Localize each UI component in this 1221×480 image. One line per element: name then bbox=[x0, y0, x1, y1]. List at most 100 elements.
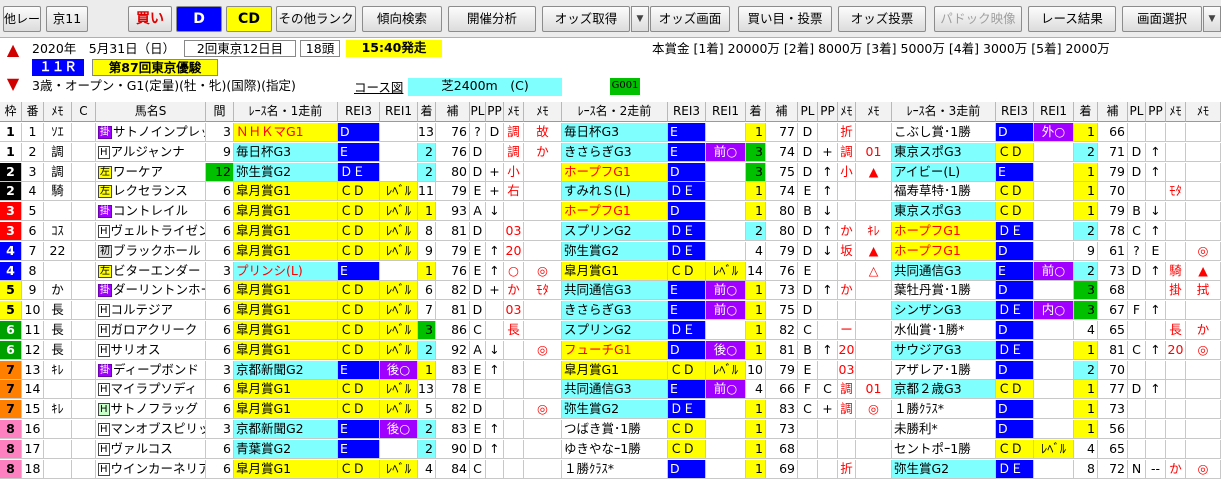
header-horse-name[interactable]: 馬名S bbox=[96, 102, 206, 122]
odds-screen-button[interactable]: オッズ画面 bbox=[650, 6, 730, 32]
race-name-cell[interactable]: すみれＳ(L) bbox=[562, 182, 668, 202]
header-race1-memo1[interactable]: ﾒﾓ bbox=[504, 102, 524, 122]
race-name-cell[interactable]: シンザンG3 bbox=[892, 301, 996, 321]
race-name-cell[interactable]: こぶし賞･1勝 bbox=[892, 123, 996, 142]
header-interval[interactable]: 間 bbox=[206, 102, 234, 122]
race-name-cell[interactable]: １勝ｸﾗｽ* bbox=[562, 459, 668, 479]
race-name-cell[interactable]: ゆきやなｰ1勝 bbox=[562, 439, 668, 459]
header-race3-memo2[interactable]: ﾒﾓ bbox=[1186, 102, 1221, 122]
horse-name-cell[interactable]: Hヴェルトライゼンデ bbox=[96, 222, 206, 241]
header-race1-rank[interactable]: 着 bbox=[418, 102, 436, 122]
odds-fetch-button[interactable]: オッズ取得 bbox=[542, 6, 630, 32]
header-race2-memo2[interactable]: ﾒﾓ bbox=[856, 102, 892, 122]
race-name-cell[interactable]: 弥生賞G2 bbox=[562, 400, 668, 420]
race-name-cell[interactable]: 弥生賞G2 bbox=[892, 459, 996, 479]
race-name-cell[interactable]: 毎日杯G3 bbox=[234, 142, 338, 162]
course-map-link[interactable]: コース図 bbox=[354, 80, 403, 95]
header-umaban[interactable]: 番 bbox=[22, 102, 44, 122]
race-name-cell[interactable]: プリンシ(L) bbox=[234, 261, 338, 281]
race-name-cell[interactable]: 皐月賞G1 bbox=[234, 380, 338, 400]
header-race1-pl[interactable]: PL bbox=[470, 102, 486, 122]
race-name-cell[interactable]: ホープフG1 bbox=[562, 202, 668, 222]
header-race2-memo1[interactable]: ﾒﾓ bbox=[838, 102, 856, 122]
race-name-cell[interactable]: スプリンG2 bbox=[562, 321, 668, 340]
header-c[interactable]: C bbox=[72, 102, 96, 122]
header-race3-rei3[interactable]: REI3 bbox=[996, 102, 1034, 122]
arrow-down-icon[interactable]: ▼ bbox=[5, 74, 21, 94]
race-name-cell[interactable]: 福寿草特･1勝 bbox=[892, 182, 996, 202]
header-race3-rank[interactable]: 着 bbox=[1074, 102, 1098, 122]
race-name-cell[interactable]: フューチG1 bbox=[562, 340, 668, 360]
race-name-cell[interactable]: 皐月賞G1 bbox=[562, 261, 668, 281]
race-name-cell[interactable]: 青葉賞G2 bbox=[234, 439, 338, 459]
horse-name-cell[interactable]: 掛ダーリントンホール bbox=[96, 281, 206, 301]
race-name-cell[interactable]: 葉牡丹賞･1勝 bbox=[892, 281, 996, 301]
buy-button[interactable]: 買い bbox=[128, 6, 172, 32]
header-race3-memo1[interactable]: ﾒﾓ bbox=[1166, 102, 1186, 122]
header-race2-pl[interactable]: PL bbox=[798, 102, 818, 122]
race-name-cell[interactable]: 共同通信G3 bbox=[562, 281, 668, 301]
race-name-cell[interactable]: セントポｰ1勝 bbox=[892, 439, 996, 459]
race-name-cell[interactable]: 皐月賞G1 bbox=[234, 321, 338, 340]
header-race3-pl[interactable]: PL bbox=[1128, 102, 1146, 122]
race-name-cell[interactable]: 皐月賞G1 bbox=[234, 301, 338, 321]
horse-name-cell[interactable]: 初ブラックホール bbox=[96, 241, 206, 261]
race-name-cell[interactable]: アザレア･1勝 bbox=[892, 360, 996, 380]
race-name-cell[interactable]: 皐月賞G1 bbox=[234, 400, 338, 420]
race-name-cell[interactable]: 共同通信G3 bbox=[892, 261, 996, 281]
horse-name-cell[interactable]: H サリオス bbox=[96, 340, 206, 360]
race-name-cell[interactable]: 水仙賞･1勝* bbox=[892, 321, 996, 340]
race-name-cell[interactable]: ホープフG1 bbox=[892, 241, 996, 261]
horse-name-cell[interactable]: 掛コントレイル bbox=[96, 202, 206, 222]
horse-name-cell[interactable]: Hマンオブスピリット bbox=[96, 420, 206, 439]
header-race3-rei1[interactable]: REI1 bbox=[1034, 102, 1074, 122]
header-memo[interactable]: ﾒﾓ bbox=[44, 102, 72, 122]
meeting-analysis-button[interactable]: 開催分析 bbox=[448, 6, 536, 32]
mark-cd-button[interactable]: CD bbox=[226, 6, 272, 32]
horse-name-cell[interactable]: 左ワーケア bbox=[96, 162, 206, 182]
trend-search-button[interactable]: 傾向検索 bbox=[362, 6, 442, 32]
race-name-cell[interactable]: 皐月賞G1 bbox=[562, 360, 668, 380]
race-name-cell[interactable]: サウジアG3 bbox=[892, 340, 996, 360]
race-name-cell[interactable]: アイビー(L) bbox=[892, 162, 996, 182]
triangle-down-icon[interactable]: ▼ bbox=[1203, 6, 1221, 32]
venue-button[interactable]: 京11 bbox=[46, 6, 88, 32]
race-name-cell[interactable]: 未勝利* bbox=[892, 420, 996, 439]
race-name-cell[interactable]: 皐月賞G1 bbox=[234, 222, 338, 241]
race-name-cell[interactable]: つばき賞･1勝 bbox=[562, 420, 668, 439]
race-name-cell[interactable]: ホープフG1 bbox=[892, 222, 996, 241]
horse-name-cell[interactable]: H コルテジア bbox=[96, 301, 206, 321]
header-race2-rei1[interactable]: REI1 bbox=[706, 102, 746, 122]
header-race1-pp[interactable]: PP bbox=[486, 102, 504, 122]
header-race1-memo2[interactable]: ﾒﾓ bbox=[524, 102, 562, 122]
header-race1-rei1[interactable]: REI1 bbox=[380, 102, 418, 122]
header-race2-rei3[interactable]: REI3 bbox=[668, 102, 706, 122]
bet-buy-button[interactable]: 買い目・投票 bbox=[738, 6, 832, 32]
mark-d-button[interactable]: D bbox=[176, 6, 222, 32]
race-result-button[interactable]: レース結果 bbox=[1028, 6, 1116, 32]
horse-name-cell[interactable]: H マイラプソディ bbox=[96, 380, 206, 400]
race-name-cell[interactable]: 皐月賞G1 bbox=[234, 340, 338, 360]
arrow-up-icon[interactable]: ▲ bbox=[5, 40, 21, 60]
triangle-down-icon[interactable]: ▼ bbox=[631, 6, 649, 32]
horse-name-cell[interactable]: Hウインカーネリアン bbox=[96, 459, 206, 479]
header-race2-pp[interactable]: PP bbox=[818, 102, 838, 122]
header-race2-name[interactable]: ﾚｰｽ名・2走前 bbox=[562, 102, 668, 122]
race-name-cell[interactable]: １勝ｸﾗｽ* bbox=[892, 400, 996, 420]
race-name-cell[interactable]: 東京スポG3 bbox=[892, 142, 996, 162]
race-name-cell[interactable]: 皐月賞G1 bbox=[234, 182, 338, 202]
race-name-cell[interactable]: 弥生賞G2 bbox=[234, 162, 338, 182]
odds-vote-button[interactable]: オッズ投票 bbox=[838, 6, 926, 32]
header-race3-ho[interactable]: 補 bbox=[1098, 102, 1128, 122]
race-name-cell[interactable]: 京都２歳G3 bbox=[892, 380, 996, 400]
race-name-cell[interactable]: 東京スポG3 bbox=[892, 202, 996, 222]
other-race-button[interactable]: 他レース bbox=[3, 6, 41, 32]
horse-name-cell[interactable]: H サトノフラッグ bbox=[96, 400, 206, 420]
horse-name-cell[interactable]: H ヴァルコス bbox=[96, 439, 206, 459]
race-name-cell[interactable]: ホープフG1 bbox=[562, 162, 668, 182]
horse-name-cell[interactable]: 掛サトノインプレッサ bbox=[96, 123, 206, 142]
horse-name-cell[interactable]: 掛ディープボンド bbox=[96, 360, 206, 380]
race-name-cell[interactable]: 共同通信G3 bbox=[562, 380, 668, 400]
header-race1-rei3[interactable]: REI3 bbox=[338, 102, 380, 122]
header-race3-name[interactable]: ﾚｰｽ名・3走前 bbox=[892, 102, 996, 122]
